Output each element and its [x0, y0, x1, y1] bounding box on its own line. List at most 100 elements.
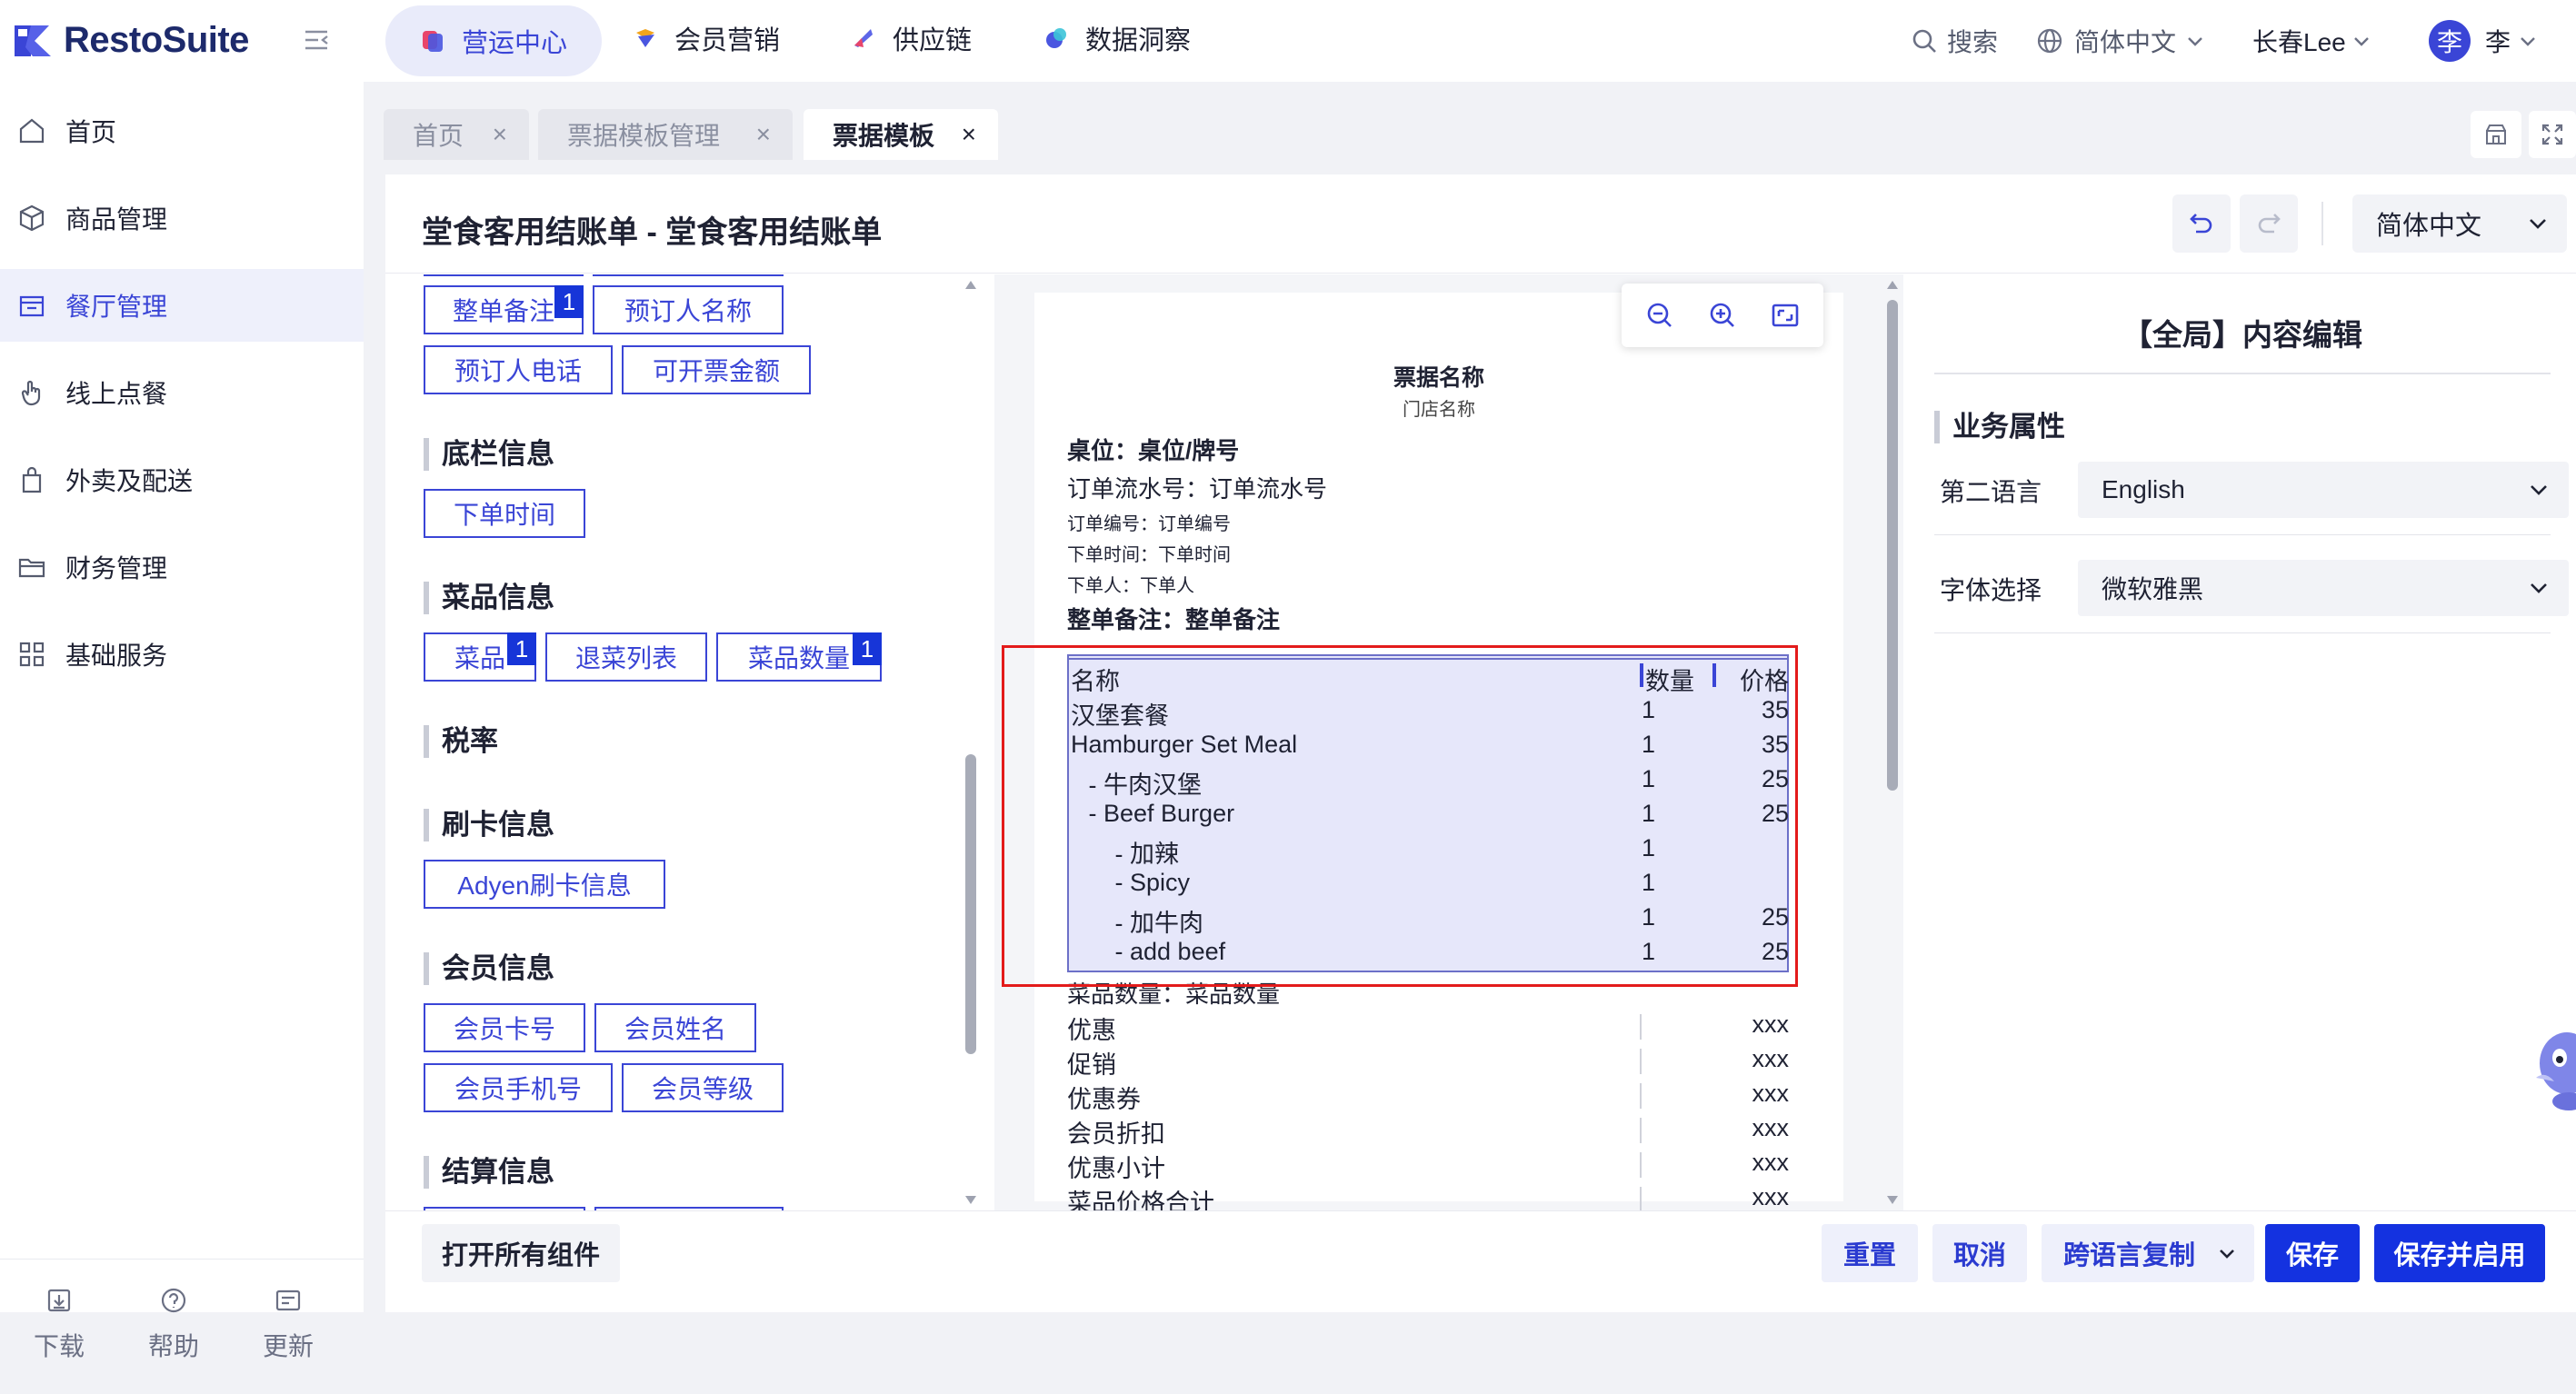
chip-label: Adyen刷卡信息	[457, 871, 632, 900]
divider	[1934, 534, 2551, 535]
cancel-button[interactable]: 取消	[1932, 1224, 2027, 1282]
summary-row[interactable]: 会员折扣 xxx	[1067, 1114, 1789, 1149]
count-badge: 1	[853, 632, 882, 665]
font-value: 微软雅黑	[2102, 575, 2204, 603]
tab-ticket-template[interactable]: 票据模板 ×	[804, 109, 998, 160]
receipt-order-time[interactable]: 下单时间：下单时间	[1067, 540, 1231, 566]
chip-order-note[interactable]: 整单备注 1	[424, 285, 584, 334]
sidebar-item-home[interactable]: 首页	[0, 95, 364, 167]
chip-reserver-name[interactable]: 预订人名称	[593, 285, 784, 334]
chip-reserver-phone[interactable]: 预订人电话	[424, 345, 613, 394]
cross-language-copy-button[interactable]: 跨语言复制	[2042, 1224, 2254, 1282]
scroll-up-icon	[965, 281, 976, 289]
chip-member-phone[interactable]: 会员手机号	[424, 1063, 613, 1112]
tab-label: 票据模板管理	[567, 122, 721, 150]
chip-member-name[interactable]: 会员姓名	[594, 1003, 756, 1052]
scrollbar-thumb[interactable]	[1887, 300, 1898, 791]
zoom-in-icon[interactable]	[1707, 300, 1738, 331]
fullscreen-button[interactable]	[2529, 111, 2576, 158]
nav-tab-data-insight[interactable]: 数据洞察	[1043, 0, 1191, 76]
font-select[interactable]: 微软雅黑	[2078, 560, 2569, 616]
sidebar-item-finance[interactable]: 财务管理	[0, 531, 364, 603]
second-language-select[interactable]: English	[2078, 462, 2569, 518]
receipt-table[interactable]: 桌位：桌位/牌号	[1067, 433, 1239, 466]
divider	[1934, 632, 2551, 633]
page-title: 堂食客用结账单 - 堂食客用结账单	[422, 215, 883, 250]
field-label-second-language: 第二语言	[1940, 478, 2042, 506]
download-button[interactable]: 下载	[18, 1287, 100, 1363]
chip-dish[interactable]: 菜品 1	[424, 632, 536, 682]
save-and-enable-button[interactable]: 保存并启用	[2374, 1224, 2545, 1282]
close-icon[interactable]: ×	[962, 120, 976, 149]
chip-invoiceable-amount[interactable]: 可开票金额	[622, 345, 811, 394]
receipt-orderer[interactable]: 下单人：下单人	[1067, 571, 1194, 597]
close-icon[interactable]: ×	[756, 120, 771, 149]
close-icon[interactable]: ×	[493, 120, 507, 149]
download-label: 下载	[33, 1332, 85, 1360]
summary-row[interactable]: 促销 xxx	[1067, 1045, 1789, 1080]
chip-member-card-no[interactable]: 会员卡号	[424, 1003, 585, 1052]
supply-chain-icon	[854, 29, 873, 47]
template-language-select[interactable]: 简体中文	[2352, 194, 2567, 253]
nav-tab-operations[interactable]: 营运中心	[385, 5, 603, 76]
sidebar-item-restaurant[interactable]: 餐厅管理	[0, 269, 364, 342]
tab-ticket-template-manage[interactable]: 票据模板管理 ×	[538, 109, 793, 160]
section-title: 底栏信息	[424, 438, 554, 471]
component-chip[interactable]	[593, 274, 784, 276]
store-switcher[interactable]: 长春Lee	[2252, 0, 2371, 82]
sidebar-item-delivery[interactable]: 外卖及配送	[0, 443, 364, 516]
chip-label: 菜品数量	[747, 644, 850, 672]
brand-logo[interactable]: RestoSuite	[13, 20, 249, 61]
reset-button[interactable]: 重置	[1822, 1224, 1918, 1282]
language-switcher[interactable]: 简体中文	[2036, 0, 2205, 82]
receipt-order-note[interactable]: 整单备注：整单备注	[1067, 602, 1280, 635]
scrollbar-thumb[interactable]	[965, 754, 976, 1054]
summary-row[interactable]: 优惠券 xxx	[1067, 1080, 1789, 1114]
summary-row[interactable]: 菜品价格合计 xxx	[1067, 1183, 1789, 1210]
tab-home[interactable]: 首页 ×	[384, 109, 529, 160]
update-button[interactable]: 更新	[247, 1287, 329, 1363]
chip-refund-list[interactable]: 退菜列表	[545, 632, 707, 682]
chip-dish-quantity[interactable]: 菜品数量 1	[716, 632, 882, 682]
summary-row[interactable]: 优惠小计 xxx	[1067, 1149, 1789, 1183]
user-menu[interactable]: 李 李	[2429, 0, 2538, 82]
undo-button[interactable]	[2172, 194, 2231, 253]
component-panel-scrollbar[interactable]	[964, 274, 978, 1210]
chip-label: 会员等级	[651, 1075, 754, 1103]
chip-order-time[interactable]: 下单时间	[424, 489, 585, 538]
receipt-order-no[interactable]: 订单编号：订单编号	[1067, 509, 1231, 535]
open-all-components-button[interactable]: 打开所有组件	[422, 1224, 620, 1282]
zoom-out-icon[interactable]	[1644, 300, 1675, 331]
sidebar-collapse-icon[interactable]	[302, 25, 331, 59]
sidebar-item-online-order[interactable]: 线上点餐	[0, 356, 364, 429]
search-icon	[1912, 29, 1936, 53]
summary-row[interactable]: 优惠 xxx	[1067, 1011, 1789, 1045]
receipt-title[interactable]: 票据名称	[1034, 360, 1843, 393]
nav-tab-label: 会员营销	[674, 26, 781, 55]
assistant-mascot-icon[interactable]	[2532, 1018, 2576, 1118]
redo-button[interactable]	[2240, 194, 2298, 253]
help-button[interactable]: 帮助	[133, 1287, 215, 1363]
header-divider	[2321, 202, 2323, 245]
sidebar-item-products[interactable]: 商品管理	[0, 182, 364, 254]
sidebar-item-basic-service[interactable]: 基础服务	[0, 618, 364, 691]
component-chip[interactable]	[424, 274, 584, 276]
chip-member-level[interactable]: 会员等级	[622, 1063, 784, 1112]
cell: xxx	[1752, 1080, 1790, 1107]
nav-tab-member-marketing[interactable]: 会员营销	[633, 0, 780, 76]
chip-adyen-card-info[interactable]: Adyen刷卡信息	[424, 860, 665, 909]
download-icon	[47, 1289, 71, 1312]
receipt-serial[interactable]: 订单流水号：订单流水号	[1067, 471, 1327, 504]
restosuite-logo-icon	[15, 25, 51, 56]
user-name: 李	[2485, 28, 2511, 56]
fit-screen-icon[interactable]	[1770, 300, 1801, 331]
receipt-store-name[interactable]: 门店名称	[1034, 394, 1843, 421]
save-button[interactable]: 保存	[2265, 1224, 2360, 1282]
help-label: 帮助	[147, 1332, 199, 1360]
store-view-button[interactable]	[2471, 111, 2521, 158]
search-button[interactable]: 搜索	[1911, 0, 1998, 82]
folder-icon	[18, 558, 45, 578]
preview-scrollbar[interactable]	[1885, 274, 1900, 1210]
nav-tab-supply-chain[interactable]: 供应链	[851, 0, 972, 76]
store-icon	[2486, 124, 2506, 144]
